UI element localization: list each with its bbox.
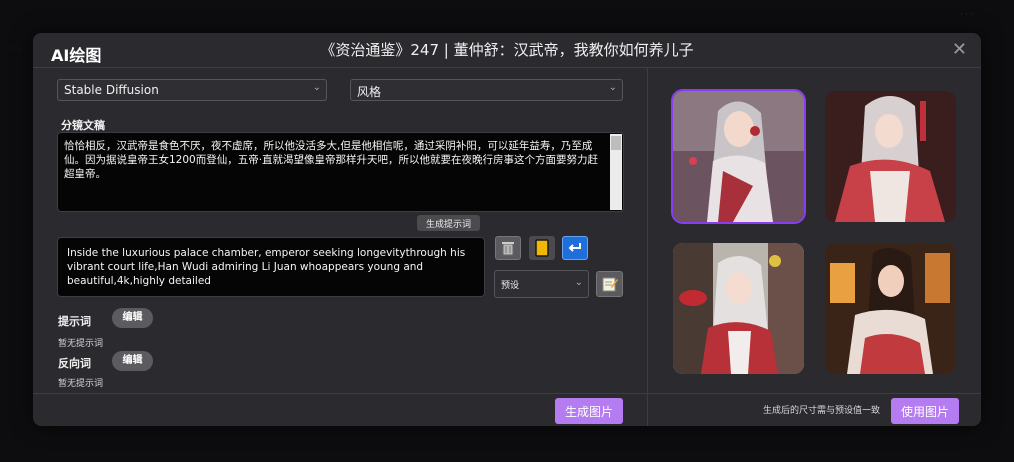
style-select-value: 风格 [357,85,382,99]
panel-divider [647,68,648,426]
close-icon[interactable]: ✕ [952,39,967,60]
generated-image-art [825,243,956,374]
background-text: · · [12,44,20,53]
negative-empty-note: 暂无提示词 [58,379,104,389]
generate-prompt-button[interactable]: 生成提示词 [417,215,480,231]
chevron-down-icon: ⌄ [608,82,617,93]
background-text: · · · [960,10,973,19]
positive-empty-note: 暂无提示词 [58,339,104,349]
scrollbar-thumb[interactable] [611,136,621,150]
document-title: 《资治通鉴》247 | 董仲舒：汉武帝，我教你如何养儿子 [320,41,694,59]
size-note: 生成后的尺寸需与预设值一致 [763,406,881,416]
return-icon[interactable] [562,236,588,260]
generate-image-button[interactable]: 生成图片 [555,398,623,424]
use-image-button[interactable]: 使用图片 [891,398,959,424]
generated-image-art [673,243,804,374]
script-label: 分镜文稿 [61,119,105,132]
ai-drawing-modal: AI绘图 《资治通鉴》247 | 董仲舒：汉武帝，我教你如何养儿子 ✕ Stab… [33,33,981,426]
trash-icon[interactable] [495,236,521,260]
generated-image-4[interactable] [825,243,956,374]
generated-image-2[interactable] [825,91,956,222]
positive-prompt-label: 提示词 [58,315,91,328]
style-select[interactable]: 风格 ⌄ [350,79,623,101]
scrollbar[interactable] [610,134,622,210]
generated-image-3[interactable] [673,243,804,374]
preset-select-value: 预设 [501,281,520,291]
prompt-text: Inside the luxurious palace chamber, emp… [67,247,466,287]
footer-divider [33,393,981,394]
script-text: 恰恰相反，汉武帝是食色不厌，夜不虚席，所以他没活多大,但是他相信呢，通过采阴补阳… [64,140,599,180]
chevron-down-icon: ⌄ [312,82,321,93]
model-select-value: Stable Diffusion [64,83,159,97]
model-select[interactable]: Stable Diffusion ⌄ [57,79,327,101]
edit-note-icon[interactable] [596,271,623,297]
preset-select[interactable]: 预设 ⌄ [494,270,589,298]
generated-image-1[interactable] [673,91,804,222]
prompt-textarea[interactable]: Inside the luxurious palace chamber, emp… [57,237,485,297]
negative-edit-button[interactable]: 编辑 [112,351,153,371]
chevron-down-icon: ⌄ [574,277,583,288]
positive-edit-button[interactable]: 编辑 [112,308,153,328]
negative-prompt-label: 反向词 [58,357,91,370]
generated-image-art [673,91,804,222]
script-textarea[interactable]: 恰恰相反，汉武帝是食色不厌，夜不虚席，所以他没活多大,但是他相信呢，通过采阴补阳… [57,132,624,212]
modal-header: AI绘图 《资治通鉴》247 | 董仲舒：汉武帝，我教你如何养儿子 ✕ [33,33,981,68]
copy-icon[interactable] [529,236,555,260]
generated-image-art [825,91,956,222]
